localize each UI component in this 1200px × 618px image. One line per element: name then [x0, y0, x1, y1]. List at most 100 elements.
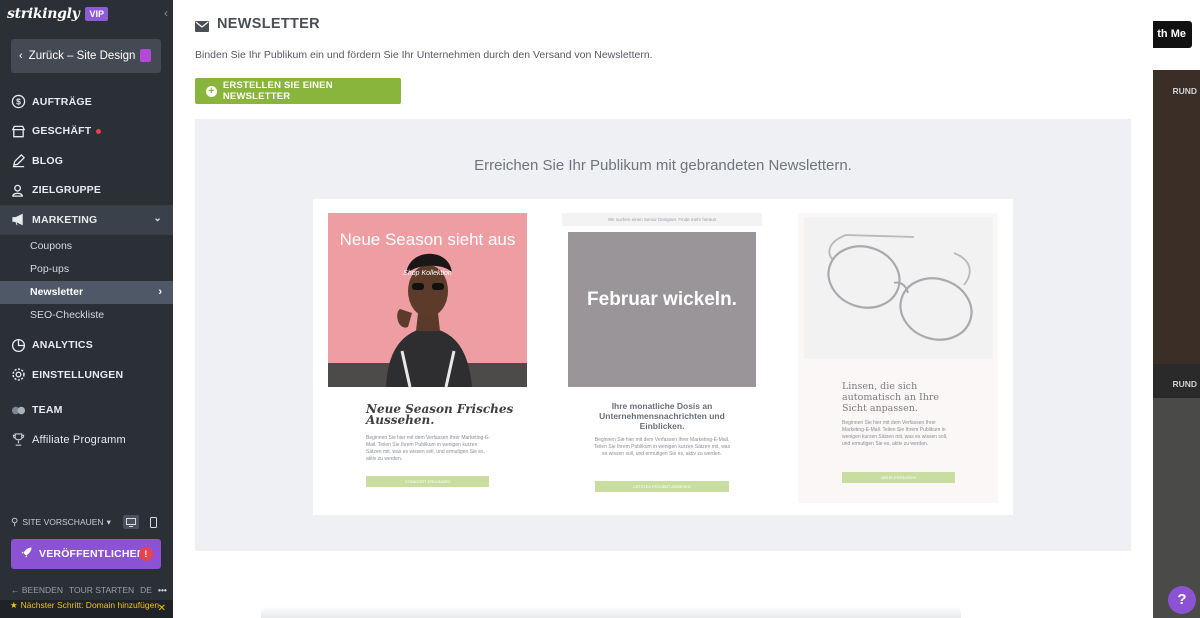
logo-row: strikingly VIP ‹: [0, 0, 173, 28]
desktop-icon[interactable]: [123, 515, 139, 529]
fashion-photo-subtitle: Shop Kollektion: [403, 270, 452, 277]
pie-chart-icon: [11, 338, 26, 353]
sidebar-item-blog[interactable]: BLOG: [0, 146, 173, 176]
sidebar-nav: $ AUFTRÄGE GESCHÄFT BLOG ZIELGRUPPE MARK…: [0, 87, 173, 455]
sidebar-item-analytics[interactable]: ANALYTICS: [0, 331, 173, 361]
vip-badge: VIP: [85, 7, 108, 21]
strikingly-logo[interactable]: strikingly: [7, 6, 80, 22]
showcase-title: Erreichen Sie Ihr Publikum mit gebrandet…: [474, 157, 852, 174]
sidebar: strikingly VIP ‹ ‹ Zurück – Site Design …: [0, 0, 173, 618]
chevron-left-icon: ‹: [19, 50, 23, 62]
sidebar-subitem-seo-checklist[interactable]: SEO-Checkliste: [0, 304, 173, 327]
company-news-cta-button: LETZTES PROJEKT ANSEHEN: [595, 481, 729, 492]
sidebar-item-store[interactable]: GESCHÄFT: [0, 117, 173, 147]
sidebar-subitem-newsletter[interactable]: Newsletter ›: [0, 280, 173, 304]
envelope-icon: [195, 19, 209, 32]
sidebar-item-settings[interactable]: EINSTELLUNGEN: [0, 360, 173, 390]
close-icon[interactable]: ✕: [158, 604, 166, 614]
publish-alert-badge: !: [139, 547, 153, 561]
template-previews: Neue Season sieht aus Shop Kollektion Ne…: [313, 199, 1013, 515]
sidebar-item-team[interactable]: TEAM: [0, 396, 173, 426]
site-design-icon: [140, 49, 151, 62]
site-preview-cta-button[interactable]: th Me: [1153, 21, 1192, 48]
rocket-icon: [21, 547, 32, 561]
newsletter-showcase: Erreichen Sie Ihr Publikum mit gebrandet…: [195, 119, 1131, 551]
create-newsletter-label: ERSTELLEN SIE EINEN NEWSLETTER: [222, 80, 333, 102]
megaphone-icon: [11, 212, 26, 227]
sidebar-item-label: ANALYTICS: [32, 339, 93, 352]
glasses-illustration: [827, 234, 973, 341]
sidebar-item-label: Affiliate Programm: [32, 433, 126, 446]
help-button[interactable]: ?: [1168, 586, 1196, 614]
chevron-down-icon: ⌄: [153, 213, 162, 224]
create-newsletter-button[interactable]: + ERSTELLEN SIE EINEN NEWSLETTER: [195, 78, 401, 104]
site-preview-image-1: [1153, 70, 1200, 364]
template-card-company-news: Wir suchen einen Senior Designer. Finde …: [562, 213, 762, 503]
fashion-body: Beginnen Sie hier mit dem Verfassen Ihre…: [366, 435, 490, 462]
site-preview-dropdown[interactable]: SITE VORSCHAUEN: [22, 517, 103, 527]
sidebar-item-label: AUFTRÄGE: [32, 95, 92, 108]
collapse-sidebar-icon[interactable]: ‹: [164, 6, 168, 20]
template-card-fashion: Neue Season sieht aus Shop Kollektion Ne…: [328, 213, 527, 503]
gear-icon: [11, 367, 26, 382]
publish-button[interactable]: VERÖFFENTLICHEN !: [11, 539, 161, 569]
start-tour-link[interactable]: TOUR STARTEN: [69, 585, 134, 595]
company-news-topbar: Wir suchen einen Senior Designer. Finde …: [562, 213, 762, 226]
fashion-cta-button: STANDORT ERKUNDEN: [366, 476, 489, 487]
site-preview-background: th Me RUND RUND: [1153, 0, 1200, 618]
newsletter-panel: NEWSLETTER Binden Sie Ihr Publikum ein u…: [173, 0, 1153, 618]
search-icon: ⚲: [11, 516, 19, 528]
sidebar-item-label: EINSTELLUNGEN: [32, 368, 124, 381]
exit-link[interactable]: ← BEENDEN: [11, 585, 63, 595]
sidebar-subitem-coupons[interactable]: Coupons: [0, 235, 173, 258]
page-header: NEWSLETTER: [195, 16, 320, 32]
chevron-right-icon: ›: [158, 286, 162, 298]
sidebar-item-label: GESCHÄFT: [32, 125, 92, 138]
mobile-icon[interactable]: [145, 515, 161, 529]
fashion-photo-title: Neue Season sieht aus: [339, 230, 516, 249]
more-options-icon[interactable]: •••: [158, 585, 167, 595]
scroll-hint-bar: [261, 606, 961, 618]
sidebar-item-audience[interactable]: ZIELGRUPPE: [0, 176, 173, 206]
language-selector[interactable]: DE: [140, 585, 152, 595]
fashion-heading: Neue Season Frisches Aussehen.: [366, 402, 514, 427]
eyewear-cta-button: MEHR ERFAHREN: [842, 472, 955, 483]
page-title: NEWSLETTER: [217, 16, 320, 32]
background-edit-label-1[interactable]: RUND: [1172, 86, 1197, 96]
sidebar-item-label: BLOG: [32, 154, 64, 167]
trophy-icon: [11, 432, 26, 447]
notification-dot: [96, 128, 102, 134]
pen-icon: [11, 153, 26, 168]
sidebar-item-marketing[interactable]: MARKETING ⌄: [0, 205, 173, 235]
site-preview-row: ⚲ SITE VORSCHAUEN ▾: [11, 514, 161, 530]
publish-label: VERÖFFENTLICHEN: [39, 548, 145, 560]
sidebar-item-label: TEAM: [32, 404, 63, 417]
company-news-heading: Ihre monatliche Dosis an Unternehmensnac…: [599, 401, 725, 431]
eyewear-body: Beginnen Sie hier mit dem Verfassen Ihre…: [842, 420, 948, 447]
sidebar-footer: ← BEENDEN TOUR STARTEN DE •••: [11, 585, 167, 595]
exit-label: BEENDEN: [21, 585, 63, 595]
back-button-label: Zurück – Site Design: [28, 50, 136, 62]
company-news-body: Beginnen Sie hier mit dem Verfassen Ihre…: [593, 437, 731, 457]
next-step-text: Nächster Schritt: Domain hinzufügen: [20, 600, 160, 610]
sidebar-item-affiliate[interactable]: Affiliate Programm: [0, 425, 173, 455]
dollar-icon: $: [11, 94, 26, 109]
eyewear-photo: [804, 217, 993, 359]
background-edit-label-2[interactable]: RUND: [1172, 379, 1197, 389]
sidebar-subitem-label: Newsletter: [30, 286, 84, 298]
caret-down-icon: ▾: [106, 516, 111, 527]
company-news-image: Februar wickeln.: [568, 232, 756, 387]
svg-text:$: $: [16, 97, 21, 107]
plus-circle-icon: +: [206, 85, 217, 97]
sidebar-subitem-popups[interactable]: Pop-ups: [0, 258, 173, 281]
users-icon: [11, 183, 26, 198]
page-description: Binden Sie Ihr Publikum ein und fördern …: [195, 49, 653, 61]
eyewear-heading: Linsen, die sich automatisch an Ihre Sic…: [842, 381, 940, 414]
back-to-site-design-button[interactable]: ‹ Zurück – Site Design: [11, 39, 161, 73]
device-toggle: [123, 515, 161, 529]
sidebar-item-label: ZIELGRUPPE: [32, 184, 102, 197]
next-step-banner[interactable]: ★ Nächster Schritt: Domain hinzufügen ✕: [0, 600, 173, 618]
sidebar-item-orders[interactable]: $ AUFTRÄGE: [0, 87, 173, 117]
company-news-image-text: Februar wickeln.: [587, 289, 737, 310]
store-icon: [11, 124, 26, 139]
